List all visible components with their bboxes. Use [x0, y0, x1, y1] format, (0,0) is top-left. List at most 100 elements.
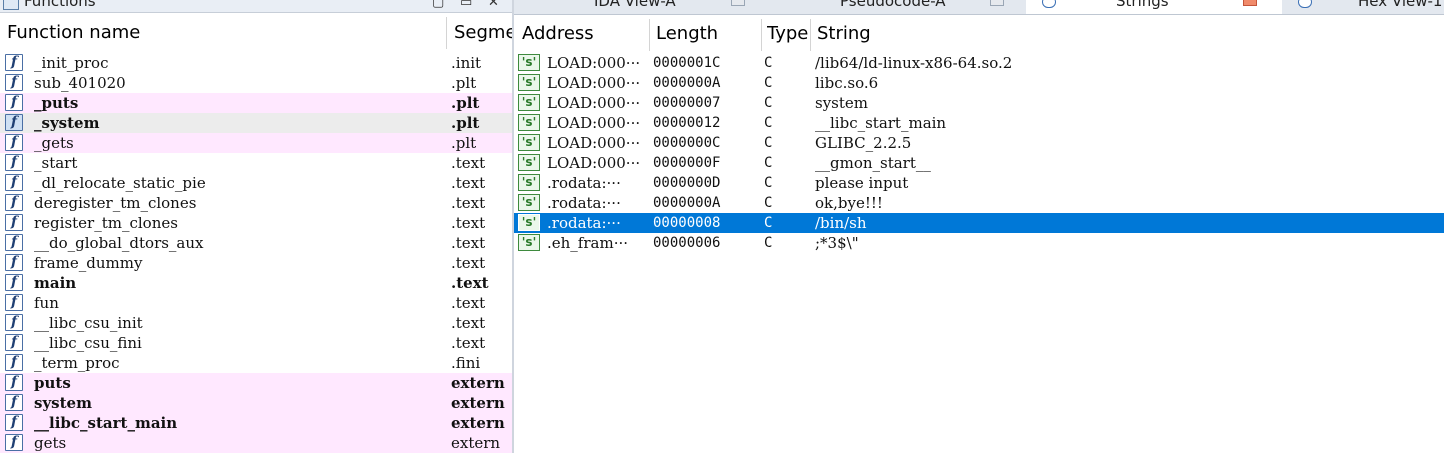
- float-window-icon[interactable]: ▭: [460, 0, 472, 10]
- function-icon: f: [5, 374, 23, 391]
- string-type: C: [764, 235, 773, 251]
- string-row[interactable]: 's' LOAD:000··· 0000000F C __gmon_start__: [514, 153, 1444, 173]
- string-row[interactable]: 's' .rodata:··· 0000000D Cplease input: [514, 173, 1444, 193]
- column-header-type[interactable]: Type: [767, 15, 809, 53]
- string-row[interactable]: 's' LOAD:000··· 0000001C C/lib64/ld-linux-x…: [514, 53, 1444, 73]
- column-divider[interactable]: [761, 19, 762, 51]
- string-length: 0000000D: [653, 175, 721, 191]
- function-name: puts: [34, 374, 71, 392]
- function-segment: .text: [451, 274, 489, 292]
- function-name: __libc_csu_fini: [34, 334, 142, 352]
- tab-hex-view-1[interactable]: Hex View-1: [1284, 0, 1444, 14]
- function-name: system: [34, 394, 92, 412]
- function-segment: extern: [451, 414, 505, 432]
- tab-strings[interactable]: Strings: [1026, 0, 1282, 14]
- string-length: 00000007: [653, 95, 721, 111]
- function-row[interactable]: f _puts .plt: [0, 93, 512, 113]
- string-type: C: [764, 75, 773, 91]
- function-icon: f: [5, 214, 23, 231]
- function-name: _init_proc: [34, 54, 109, 72]
- column-divider[interactable]: [649, 19, 650, 51]
- function-name: _puts: [34, 94, 79, 112]
- functions-window-icon: [3, 0, 19, 10]
- tab-close-icon[interactable]: [731, 0, 745, 6]
- string-icon: 's': [518, 134, 540, 151]
- function-row[interactable]: f __libc_csu_fini .text: [0, 333, 512, 353]
- column-divider[interactable]: [810, 19, 811, 51]
- close-window-icon[interactable]: ✕: [488, 0, 499, 10]
- string-type: C: [764, 215, 773, 231]
- string-value: ;*3$\": [815, 234, 859, 252]
- string-length: 0000000A: [653, 75, 721, 91]
- column-divider[interactable]: [446, 17, 447, 49]
- function-row[interactable]: f _system .plt: [0, 113, 512, 133]
- tab-close-icon[interactable]: [1243, 0, 1257, 6]
- function-row[interactable]: f __do_global_dtors_aux .text: [0, 233, 512, 253]
- function-segment: .plt: [451, 94, 480, 112]
- function-row[interactable]: f _init_proc .init: [0, 53, 512, 73]
- string-address: LOAD:000···: [547, 54, 641, 72]
- function-icon: f: [5, 314, 23, 331]
- string-type: C: [764, 115, 773, 131]
- string-row[interactable]: 's' .rodata:··· 0000000A Cok,bye!!!: [514, 193, 1444, 213]
- string-address: .eh_fram···: [547, 234, 628, 252]
- function-icon: f: [5, 54, 23, 71]
- function-segment: .text: [451, 174, 486, 192]
- string-row[interactable]: 's' .eh_fram··· 00000006 C ;*3$\": [514, 233, 1444, 253]
- function-segment: .plt: [451, 114, 480, 132]
- string-length: 00000008: [653, 215, 721, 231]
- function-name: deregister_tm_clones: [34, 194, 197, 212]
- string-value: system: [815, 94, 868, 112]
- column-header-string[interactable]: String: [817, 15, 1017, 53]
- function-row[interactable]: f main .text: [0, 273, 512, 293]
- function-name: _term_proc: [34, 354, 120, 372]
- functions-pane: Functions ▢ ▭ ✕ Function name Segment f _…: [0, 0, 512, 453]
- function-row[interactable]: f __libc_start_main extern: [0, 413, 512, 433]
- functions-titlebar: Functions ▢ ▭ ✕: [0, 0, 512, 13]
- function-row[interactable]: f __libc_csu_init .text: [0, 313, 512, 333]
- column-header-segment[interactable]: Segment: [454, 13, 512, 53]
- function-icon: f: [5, 114, 23, 131]
- tab-ida-view-a[interactable]: IDA View-A: [514, 0, 766, 14]
- function-row[interactable]: f sub_401020 .plt: [0, 73, 512, 93]
- column-header-function-name[interactable]: Function name: [7, 13, 443, 53]
- function-segment: .text: [451, 154, 486, 172]
- function-segment: .text: [451, 194, 486, 212]
- string-type: C: [764, 95, 773, 111]
- string-address: LOAD:000···: [547, 74, 641, 92]
- string-icon: 's': [518, 54, 540, 71]
- tab-pseudocode-a[interactable]: Pseudocode-A: [768, 0, 1024, 14]
- function-row[interactable]: f fun .text: [0, 293, 512, 313]
- function-row[interactable]: f frame_dummy .text: [0, 253, 512, 273]
- string-row[interactable]: 's' LOAD:000··· 00000007 Csystem: [514, 93, 1444, 113]
- function-row[interactable]: f register_tm_clones .text: [0, 213, 512, 233]
- functions-title: Functions: [24, 0, 96, 10]
- tab-close-icon[interactable]: [990, 0, 1004, 6]
- function-row[interactable]: f deregister_tm_clones .text: [0, 193, 512, 213]
- tab-label: Strings: [1116, 0, 1169, 10]
- function-segment: .text: [451, 234, 486, 252]
- column-header-address[interactable]: Address: [522, 15, 646, 53]
- function-name: gets: [34, 434, 67, 452]
- function-row[interactable]: f puts extern: [0, 373, 512, 393]
- string-row[interactable]: 's' LOAD:000··· 0000000C C GLIBC_2.2.5: [514, 133, 1444, 153]
- string-icon: 's': [518, 154, 540, 171]
- string-icon: 's': [518, 174, 540, 191]
- function-row[interactable]: f system extern: [0, 393, 512, 413]
- function-row[interactable]: f _gets .plt: [0, 133, 512, 153]
- column-header-length[interactable]: Length: [656, 15, 760, 53]
- function-row[interactable]: f _start .text: [0, 153, 512, 173]
- function-segment: .plt: [451, 74, 477, 92]
- function-segment: extern: [451, 374, 505, 392]
- function-row[interactable]: f _dl_relocate_static_pie .text: [0, 173, 512, 193]
- function-row[interactable]: f gets extern: [0, 433, 512, 453]
- string-row[interactable]: 's' LOAD:000··· 00000012 C __libc_start_main: [514, 113, 1444, 133]
- function-segment: extern: [451, 434, 501, 452]
- string-row[interactable]: 's' LOAD:000··· 0000000A Clibc.so.6: [514, 73, 1444, 93]
- strings-tab-icon: [1042, 0, 1056, 8]
- string-row[interactable]: 's' .rodata:··· 00000008 C/bin/sh: [514, 213, 1444, 233]
- restore-window-icon[interactable]: ▢: [432, 0, 444, 10]
- string-icon: 's': [518, 114, 540, 131]
- function-icon: f: [5, 74, 23, 91]
- function-row[interactable]: f _term_proc .fini: [0, 353, 512, 373]
